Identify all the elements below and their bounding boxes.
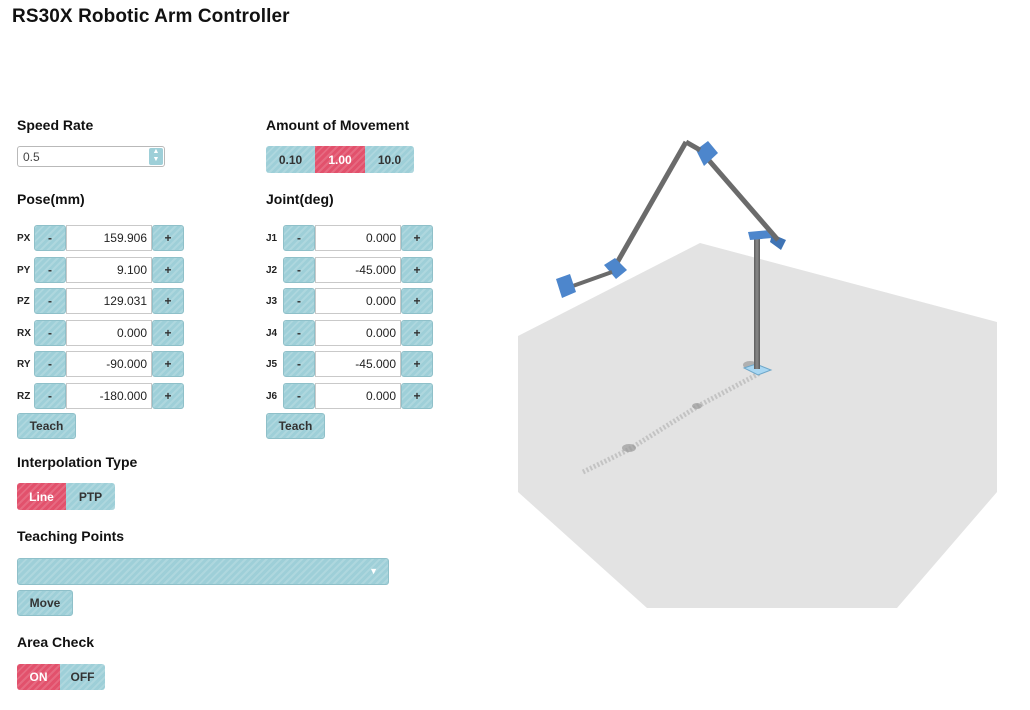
interpolation-selector: Line PTP	[17, 483, 115, 510]
pose-decrement-button[interactable]: -	[34, 319, 66, 346]
forearm-link	[611, 140, 689, 270]
joint-axis-label: J4	[266, 327, 278, 339]
upper-arm-link	[704, 155, 780, 242]
area-check-selector: ON OFF	[17, 664, 105, 690]
pose-axis-label: RZ	[17, 391, 31, 402]
joint-value-field[interactable]: 0.000	[315, 383, 401, 409]
joint-axis-label: J2	[266, 264, 278, 276]
pose-increment-button[interactable]: +	[152, 288, 184, 315]
joint-value-field[interactable]: 0.000	[315, 288, 401, 315]
pose-increment-button[interactable]: +	[152, 319, 184, 346]
area-check-off[interactable]: OFF	[60, 664, 105, 690]
joint-value-field[interactable]: -45.000	[315, 351, 401, 378]
pose-decrement-button[interactable]: -	[34, 225, 66, 251]
speed-rate-label: Speed Rate	[17, 117, 94, 133]
pose-value-field[interactable]: -180.000	[66, 383, 152, 409]
pose-axis-label: RX	[17, 327, 31, 339]
pose-axis-label: PZ	[17, 296, 30, 308]
interpolation-label: Interpolation Type	[17, 454, 138, 470]
pose-decrement-button[interactable]: -	[34, 351, 66, 378]
end-effector	[556, 274, 576, 298]
move-button[interactable]: Move	[17, 590, 73, 616]
area-check-on[interactable]: ON	[17, 664, 60, 690]
joint-value-field[interactable]: 0.000	[315, 319, 401, 346]
pose-decrement-button[interactable]: -	[34, 383, 66, 409]
page-title: RS30X Robotic Arm Controller	[12, 6, 290, 27]
movement-option-10-0[interactable]: 10.0	[365, 146, 414, 173]
chevron-down-icon: ▼	[369, 566, 378, 576]
joint-decrement-button[interactable]: -	[283, 351, 315, 378]
joint-label: Joint(deg)	[266, 191, 334, 207]
joint-axis-label: J6	[266, 391, 278, 402]
pose-increment-button[interactable]: +	[152, 256, 184, 283]
area-check-label: Area Check	[17, 634, 95, 650]
pose-decrement-button[interactable]: -	[34, 288, 66, 315]
joint-axis-label: J1	[266, 233, 278, 244]
pose-axis-label: PX	[17, 233, 31, 244]
wrist-servo	[604, 258, 627, 279]
movement-selector: 0.10 1.00 10.0	[266, 146, 414, 173]
joint-increment-button[interactable]: +	[401, 225, 433, 251]
pose-increment-button[interactable]: +	[152, 225, 184, 251]
joint-decrement-button[interactable]: -	[283, 288, 315, 315]
joint-value-field[interactable]: 0.000	[315, 225, 401, 251]
movement-option-1-00[interactable]: 1.00	[315, 146, 365, 173]
joint-increment-button[interactable]: +	[401, 288, 433, 315]
movement-option-0-10[interactable]: 0.10	[266, 146, 315, 173]
pose-value-field[interactable]: 159.906	[66, 225, 152, 251]
speed-rate-value: 0.5	[23, 150, 40, 164]
up-down-arrows-icon[interactable]: ▲ ▼	[149, 148, 163, 165]
joint-increment-button[interactable]: +	[401, 351, 433, 378]
pose-axis-label: RY	[17, 359, 31, 371]
pose-value-field[interactable]: 9.100	[66, 256, 152, 283]
joint-teach-button[interactable]: Teach	[266, 413, 325, 439]
pose-value-field[interactable]: 129.031	[66, 288, 152, 315]
pose-value-field[interactable]: 0.000	[66, 319, 152, 346]
elbow-servo	[696, 141, 718, 166]
wrist-link	[569, 270, 613, 289]
pose-label: Pose(mm)	[17, 191, 85, 207]
pose-value-field[interactable]: -90.000	[66, 351, 152, 378]
joint-increment-button[interactable]: +	[401, 383, 433, 409]
base-column	[754, 236, 760, 369]
joint-axis-label: J5	[266, 359, 278, 371]
robot-3d-view[interactable]	[505, 110, 1005, 615]
interpolation-line[interactable]: Line	[17, 483, 66, 510]
pose-decrement-button[interactable]: -	[34, 256, 66, 283]
pose-axis-label: PY	[17, 264, 31, 276]
pose-increment-button[interactable]: +	[152, 351, 184, 378]
movement-label: Amount of Movement	[266, 117, 410, 133]
teaching-points-label: Teaching Points	[17, 528, 125, 544]
joint-decrement-button[interactable]: -	[283, 383, 315, 409]
speed-rate-spinner[interactable]: 0.5 ▲ ▼	[17, 146, 165, 167]
joint-increment-button[interactable]: +	[401, 256, 433, 283]
joint-decrement-button[interactable]: -	[283, 225, 315, 251]
joint-axis-label: J3	[266, 296, 278, 308]
pose-increment-button[interactable]: +	[152, 383, 184, 409]
joint-decrement-button[interactable]: -	[283, 319, 315, 346]
elbow-joint-link	[684, 139, 702, 153]
joint-decrement-button[interactable]: -	[283, 256, 315, 283]
teaching-points-select[interactable]: ▼	[17, 558, 389, 585]
joint-increment-button[interactable]: +	[401, 319, 433, 346]
interpolation-ptp[interactable]: PTP	[66, 483, 115, 510]
pose-teach-button[interactable]: Teach	[17, 413, 76, 439]
joint-value-field[interactable]: -45.000	[315, 256, 401, 283]
